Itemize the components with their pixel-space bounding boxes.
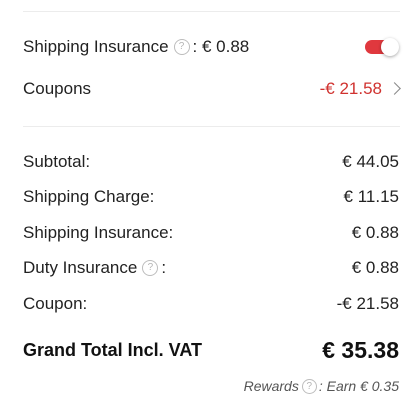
shipping-insurance-toggle[interactable] [365, 38, 399, 56]
shipping-insurance-option-label: Shipping Insurance [23, 37, 169, 56]
duty-insurance-label: Duty Insurance [23, 258, 138, 277]
rewards-line: Rewards ? : Earn € 0.35 [244, 378, 399, 394]
rewards-value: : Earn € 0.35 [318, 378, 399, 394]
shipping-charge-value: € 11.15 [343, 187, 399, 206]
grand-total-label: Grand Total Incl. VAT [23, 339, 203, 360]
coupons-row[interactable]: Coupons -€ 21.58 [23, 78, 401, 100]
subtotal-value: € 44.05 [342, 152, 399, 171]
shipping-insurance-row: Shipping Insurance: € 0.88 [23, 222, 399, 244]
shipping-insurance-label: Shipping Insurance: [23, 223, 174, 242]
duty-insurance-value: € 0.88 [351, 258, 399, 277]
coupon-label: Coupon: [23, 294, 88, 313]
coupons-label: Coupons [23, 79, 92, 98]
shipping-insurance-option: Shipping Insurance ? : € 0.88 [23, 36, 399, 58]
help-circle-icon[interactable]: ? [142, 260, 159, 276]
section-divider [23, 126, 400, 127]
subtotal-label: Subtotal: [23, 152, 91, 171]
shipping-charge-row: Shipping Charge: € 11.15 [23, 186, 399, 208]
grand-total-value: € 35.38 [322, 336, 399, 363]
grand-total-row: Grand Total Incl. VAT € 35.38 [23, 336, 399, 364]
top-divider [23, 11, 400, 12]
shipping-insurance-option-price: : € 0.88 [192, 37, 250, 56]
toggle-knob [381, 38, 399, 56]
coupon-row: Coupon: -€ 21.58 [23, 293, 399, 315]
coupon-value: -€ 21.58 [336, 294, 399, 313]
help-circle-icon[interactable]: ? [173, 39, 190, 55]
chevron-right-icon[interactable] [388, 81, 401, 95]
duty-insurance-row: Duty Insurance ? : € 0.88 [23, 257, 399, 279]
help-circle-icon[interactable]: ? [301, 378, 317, 394]
duty-insurance-label-group: Duty Insurance ? : [23, 258, 166, 278]
coupons-value: -€ 21.58 [319, 79, 382, 98]
shipping-charge-label: Shipping Charge: [23, 187, 155, 206]
rewards-label: Rewards [243, 378, 299, 394]
coupons-value-group: -€ 21.58 [319, 79, 401, 99]
duty-insurance-colon: : [161, 258, 167, 277]
shipping-insurance-option-label-group: Shipping Insurance ? : € 0.88 [23, 37, 249, 57]
shipping-insurance-value: € 0.88 [351, 223, 399, 242]
subtotal-row: Subtotal: € 44.05 [23, 151, 399, 173]
